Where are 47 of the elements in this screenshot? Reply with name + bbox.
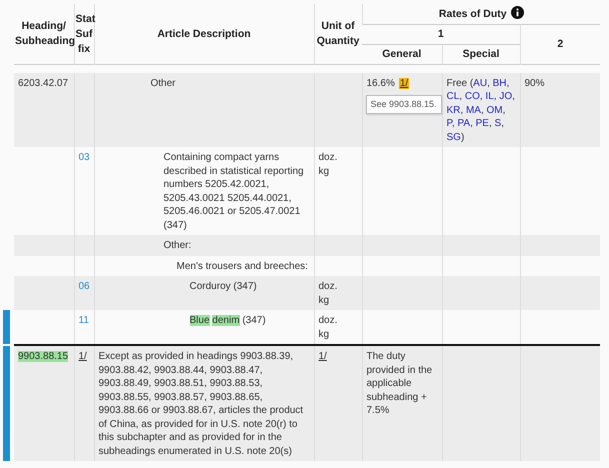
program-link[interactable]: SG bbox=[446, 132, 461, 142]
article-description: Blue denim (347) bbox=[190, 314, 267, 328]
column-header: General bbox=[362, 44, 442, 64]
column-header: Stat Suf fix bbox=[74, 4, 94, 64]
article-description: Men's trousers and breeches: bbox=[176, 260, 309, 273]
column-header: 1 bbox=[362, 24, 520, 44]
program-link[interactable]: OM bbox=[486, 104, 503, 116]
program-link[interactable]: IL bbox=[485, 91, 494, 102]
heading-number: 6203.42.07 bbox=[18, 76, 68, 90]
general-rate: The duty provided in the applicable subheading + 7.5% bbox=[366, 351, 432, 416]
article-description: Other: bbox=[164, 239, 192, 252]
program-link[interactable]: P bbox=[446, 118, 452, 129]
column-header: Heading/ Subheading bbox=[14, 4, 74, 64]
column-header: 2 bbox=[520, 24, 600, 64]
special-rate: Free (AU, BH, CL, CO, IL, JO, KR, MA, OM, P, PA, PE, S, SG) bbox=[446, 78, 515, 142]
column-header: Special bbox=[442, 44, 520, 64]
suffix-link[interactable]: 03 bbox=[78, 152, 90, 163]
program-link[interactable]: PA bbox=[457, 118, 470, 129]
tooltip: See 9903.88.15. bbox=[366, 94, 442, 114]
program-link[interactable]: CL bbox=[446, 91, 460, 102]
program-link[interactable]: KR bbox=[446, 104, 460, 116]
program-link[interactable]: BH bbox=[492, 78, 507, 88]
general-rate: 16.6% bbox=[366, 78, 395, 88]
column-2-rate: 90% bbox=[524, 78, 545, 88]
footnote-link[interactable]: 1/ bbox=[318, 351, 327, 362]
unit-of-quantity: doz. kg bbox=[318, 314, 338, 341]
program-link[interactable]: AU bbox=[473, 78, 488, 88]
article-description: Other bbox=[150, 76, 177, 90]
article-description: Corduroy (347) bbox=[190, 280, 258, 294]
program-link[interactable]: PE bbox=[476, 118, 489, 129]
suffix-link[interactable]: 11 bbox=[78, 315, 89, 326]
program-link[interactable]: S bbox=[494, 118, 502, 129]
program-link[interactable]: CO bbox=[464, 91, 480, 102]
heading-number: 9903.88.15 bbox=[18, 351, 68, 362]
info-icon[interactable] bbox=[510, 6, 524, 19]
program-link[interactable]: JO bbox=[499, 91, 512, 102]
column-header: Rates of Duty bbox=[438, 8, 507, 20]
article-description: Except as provided in headings 9903.88.39, 9903.88.42, 9903.88.44, 9903.88.47, 9903.88.49, 9903.88.51, 9903.88.53, 9903.88.55, 9903.88.57, 9903.88.65, 9903.88.66 or 9903.88.67, articles the product of China, as provided for in U.S. note 20(r) to this subchapter and as provided for in the subheadings enumerated in U.S. note 20(s) bbox=[98, 351, 304, 456]
footnote-link[interactable]: 1/ bbox=[398, 78, 410, 88]
column-header: Article Description bbox=[94, 4, 314, 64]
program-link[interactable]: MA bbox=[466, 104, 481, 116]
unit-of-quantity: doz. kg bbox=[318, 280, 338, 307]
footnote-link[interactable]: 1/ bbox=[78, 351, 87, 362]
table-cell bbox=[14, 235, 74, 256]
article-description: Containing compact yarns described in statistical reporting numbers 5205.42.0021, 5205.43.0021 5205.44.0021, 5205.46.0021 or 5205.47.0021 (347) bbox=[164, 151, 305, 232]
unit-of-quantity: doz. kg bbox=[318, 151, 338, 178]
column-header: Unit of Quantity bbox=[314, 4, 362, 64]
